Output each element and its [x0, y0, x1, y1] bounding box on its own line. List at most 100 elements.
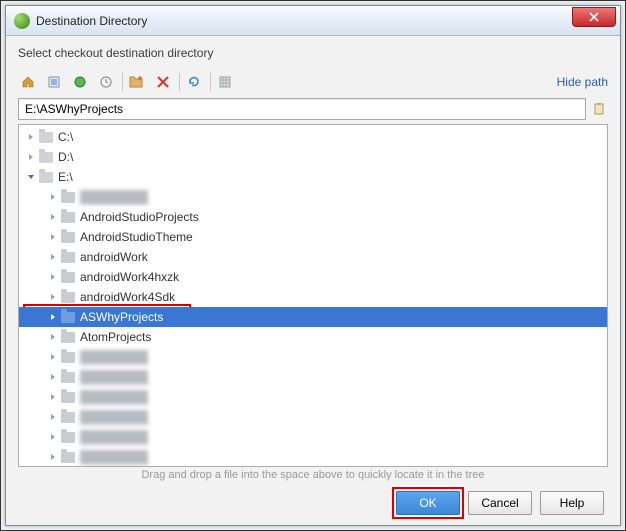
tree-row-label: ████████ — [80, 390, 148, 404]
chevron-right-icon[interactable] — [47, 271, 59, 283]
app-icon — [14, 13, 30, 29]
tree-row[interactable]: ████████ — [19, 187, 607, 207]
tree-row[interactable]: AndroidStudioProjects — [19, 207, 607, 227]
project-icon — [73, 75, 87, 89]
tree-row-label: AndroidStudioTheme — [80, 230, 193, 244]
toolbar: Hide path — [18, 70, 608, 94]
folder-icon — [61, 392, 75, 403]
home-button[interactable] — [18, 72, 38, 92]
close-button[interactable] — [572, 7, 616, 27]
chevron-right-icon[interactable] — [47, 291, 59, 303]
tree-row-label: AndroidStudioProjects — [80, 210, 199, 224]
tree-row[interactable]: androidWork — [19, 247, 607, 267]
hide-path-link[interactable]: Hide path — [557, 75, 608, 89]
folder-icon — [61, 212, 75, 223]
tree-row-label: ASWhyProjects — [80, 310, 163, 324]
new-folder-button[interactable] — [127, 72, 147, 92]
folder-icon — [61, 332, 75, 343]
titlebar: Destination Directory — [6, 6, 620, 36]
cancel-button[interactable]: Cancel — [468, 491, 532, 515]
tree-row[interactable]: ████████ — [19, 447, 607, 467]
recent-button[interactable] — [96, 72, 116, 92]
window-title: Destination Directory — [36, 14, 572, 28]
folder-icon — [61, 412, 75, 423]
tree-row-label: ████████ — [80, 350, 148, 364]
help-button[interactable]: Help — [540, 491, 604, 515]
toolbar-separator — [210, 73, 211, 91]
instruction-label: Select checkout destination directory — [18, 46, 608, 60]
module-button[interactable] — [44, 72, 64, 92]
close-icon — [589, 12, 599, 22]
chevron-right-icon[interactable] — [47, 251, 59, 263]
folder-icon — [61, 372, 75, 383]
chevron-down-icon[interactable] — [25, 171, 37, 183]
path-input[interactable] — [18, 98, 586, 120]
tree-row[interactable]: ████████ — [19, 347, 607, 367]
dialog-window: Destination Directory Select checkout de… — [5, 5, 621, 526]
tree-row[interactable]: AndroidStudioTheme — [19, 227, 607, 247]
tree-row[interactable]: D:\ — [19, 147, 607, 167]
tree-row-label: ████████ — [80, 450, 148, 464]
directory-tree[interactable]: C:\ D:\ E:\ ████████ AndroidStudioProjects An… — [18, 124, 608, 467]
chevron-right-icon[interactable] — [25, 151, 37, 163]
tree-row[interactable]: androidWork4Sdk — [19, 287, 607, 307]
path-history-button[interactable] — [590, 100, 608, 118]
tree-row-selected[interactable]: ASWhyProjects — [19, 307, 607, 327]
button-bar: OK Cancel Help — [18, 483, 608, 517]
chevron-right-icon[interactable] — [47, 211, 59, 223]
hint-label: Drag and drop a file into the space abov… — [18, 469, 608, 483]
chevron-right-icon[interactable] — [47, 191, 59, 203]
delete-button[interactable] — [153, 72, 173, 92]
folder-icon — [61, 232, 75, 243]
tree-row[interactable]: AtomProjects — [19, 327, 607, 347]
chevron-right-icon[interactable] — [47, 231, 59, 243]
chevron-right-icon[interactable] — [47, 311, 59, 323]
tree-row-label: AtomProjects — [80, 330, 151, 344]
tree-row-label: C:\ — [58, 130, 73, 144]
tree-row-label: ████████ — [80, 370, 148, 384]
tree-row-label: E:\ — [58, 170, 73, 184]
chevron-right-icon[interactable] — [47, 371, 59, 383]
chevron-right-icon[interactable] — [47, 331, 59, 343]
folder-icon — [61, 292, 75, 303]
show-hidden-button[interactable] — [215, 72, 235, 92]
drive-icon — [39, 172, 53, 183]
toolbar-separator — [179, 73, 180, 91]
tree-row[interactable]: androidWork4hxzk — [19, 267, 607, 287]
folder-icon — [61, 272, 75, 283]
chevron-right-icon[interactable] — [47, 351, 59, 363]
module-icon — [47, 75, 61, 89]
clipboard-icon — [592, 102, 606, 116]
clock-icon — [99, 75, 113, 89]
folder-icon — [61, 192, 75, 203]
tree-row-label: androidWork — [80, 250, 148, 264]
chevron-right-icon[interactable] — [47, 411, 59, 423]
delete-icon — [157, 76, 169, 88]
ok-button[interactable]: OK — [396, 491, 460, 515]
chevron-right-icon[interactable] — [25, 131, 37, 143]
tree-row-label: D:\ — [58, 150, 73, 164]
folder-icon — [61, 432, 75, 443]
tree-row[interactable]: ████████ — [19, 367, 607, 387]
chevron-right-icon[interactable] — [47, 451, 59, 463]
tree-row[interactable]: C:\ — [19, 127, 607, 147]
folder-icon — [61, 352, 75, 363]
tree-row[interactable]: ████████ — [19, 407, 607, 427]
grid-icon — [218, 75, 232, 89]
refresh-button[interactable] — [184, 72, 204, 92]
tree-row[interactable]: ████████ — [19, 387, 607, 407]
tree-row[interactable]: E:\ — [19, 167, 607, 187]
drive-icon — [39, 152, 53, 163]
folder-icon — [61, 252, 75, 263]
tree-row-label: ████████ — [80, 410, 148, 424]
chevron-right-icon[interactable] — [47, 391, 59, 403]
tree-row-label: androidWork4hxzk — [80, 270, 179, 284]
home-icon — [21, 75, 35, 89]
folder-icon — [61, 452, 75, 463]
tree-row-label: androidWork4Sdk — [80, 290, 175, 304]
chevron-right-icon[interactable] — [47, 431, 59, 443]
tree-row[interactable]: ████████ — [19, 427, 607, 447]
project-button[interactable] — [70, 72, 90, 92]
refresh-icon — [187, 75, 201, 89]
tree-row-label: ████████ — [80, 190, 148, 204]
